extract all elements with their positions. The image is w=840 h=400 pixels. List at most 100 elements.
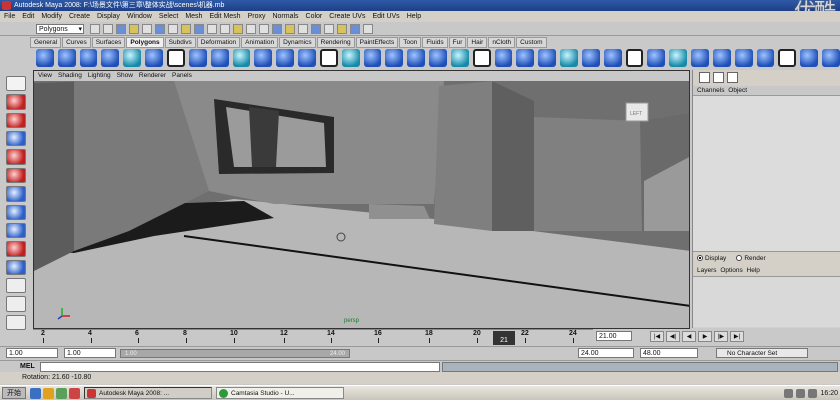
step-back-icon[interactable]: ◀| xyxy=(666,331,680,342)
playback-end-field[interactable]: 24.00 xyxy=(578,348,634,358)
panel-menu-show[interactable]: Show xyxy=(117,71,133,81)
attribute-editor-toggle-icon[interactable] xyxy=(713,72,724,83)
separate-icon[interactable] xyxy=(297,49,316,67)
select-object-icon[interactable] xyxy=(142,24,152,34)
go-to-start-icon[interactable]: |◀ xyxy=(650,331,664,342)
media-icon[interactable] xyxy=(69,387,80,399)
command-language-label[interactable]: MEL xyxy=(20,362,35,372)
command-input[interactable] xyxy=(40,362,440,372)
scene-render[interactable]: LEFT xyxy=(34,81,690,329)
lasso-tool-icon[interactable] xyxy=(6,94,26,110)
input-method-icon[interactable] xyxy=(808,388,818,398)
checker-display-icon[interactable] xyxy=(800,49,819,67)
shelf-tab-dynamics[interactable]: Dynamics xyxy=(279,37,316,48)
menu-proxy[interactable]: Proxy xyxy=(248,11,266,22)
layer-list[interactable] xyxy=(693,277,840,327)
shelf-tab-rendering[interactable]: Rendering xyxy=(316,37,355,48)
move-tool-icon[interactable] xyxy=(6,131,26,147)
shelf-tab-fluids[interactable]: Fluids xyxy=(422,37,448,48)
playback-start-field[interactable]: 1.00 xyxy=(64,348,116,358)
scale-tool-icon[interactable] xyxy=(6,167,26,184)
snap-curve-icon[interactable] xyxy=(272,24,282,34)
poly-soccer-ball-icon[interactable] xyxy=(254,49,273,67)
save-scene-icon[interactable] xyxy=(116,24,126,34)
bevel-icon[interactable] xyxy=(581,49,600,67)
shelf-tab-polygons[interactable]: Polygons xyxy=(126,37,164,48)
automatic-mapping-icon[interactable] xyxy=(712,49,731,67)
poly-torus-icon[interactable] xyxy=(145,49,163,67)
volume-icon[interactable] xyxy=(796,388,806,398)
poly-sphere-icon[interactable] xyxy=(36,49,54,67)
smooth-icon[interactable] xyxy=(407,49,425,67)
step-forward-icon[interactable]: |▶ xyxy=(714,331,728,342)
character-set-dropdown[interactable]: No Character Set xyxy=(716,348,808,358)
select-render-icon[interactable] xyxy=(246,24,256,34)
select-curve-icon[interactable] xyxy=(194,24,204,34)
mirror-geometry-icon[interactable] xyxy=(450,49,469,67)
select-joint-icon[interactable] xyxy=(181,24,191,34)
append-polygon-icon[interactable] xyxy=(472,49,491,67)
menu-set-dropdown[interactable]: Polygons xyxy=(36,24,84,34)
desktop-icon[interactable] xyxy=(56,387,67,399)
bridge-icon[interactable] xyxy=(560,49,578,67)
ie-icon[interactable] xyxy=(30,387,41,399)
open-scene-icon[interactable] xyxy=(103,24,113,34)
panel-menu-shading[interactable]: Shading xyxy=(58,71,82,81)
menu-edit-uvs[interactable]: Edit UVs xyxy=(372,11,399,22)
boolean-union-icon[interactable] xyxy=(341,49,360,67)
cylindrical-mapping-icon[interactable] xyxy=(669,49,688,67)
boolean-intersect-icon[interactable] xyxy=(385,49,404,67)
select-surface-icon[interactable] xyxy=(207,24,217,34)
menu-file[interactable]: File xyxy=(4,11,15,22)
uv-texture-editor-icon[interactable] xyxy=(734,49,753,67)
taskbar-item-maya[interactable]: Autodesk Maya 2008: ... xyxy=(84,387,212,399)
render-settings-icon[interactable] xyxy=(350,24,360,34)
snap-grid-icon[interactable] xyxy=(259,24,269,34)
shelf-tab-hair[interactable]: Hair xyxy=(467,37,488,48)
shelf-tab-surfaces[interactable]: Surfaces xyxy=(91,37,126,48)
menu-edit[interactable]: Edit xyxy=(22,11,34,22)
tool-settings-toggle-icon[interactable] xyxy=(727,72,738,83)
select-handle-icon[interactable] xyxy=(168,24,178,34)
perspective-outliner-layout-icon[interactable] xyxy=(6,314,26,331)
shelf-menu-icon[interactable] xyxy=(822,49,840,67)
go-to-end-icon[interactable]: ▶| xyxy=(730,331,744,342)
menu-normals[interactable]: Normals xyxy=(272,11,298,22)
reduce-icon[interactable] xyxy=(429,49,447,67)
shelf-tab-toon[interactable]: Toon xyxy=(399,37,422,48)
panel-menu-view[interactable]: View xyxy=(38,71,52,81)
layer-menu-help[interactable]: Help xyxy=(747,267,760,274)
network-icon[interactable] xyxy=(784,388,794,398)
menu-create[interactable]: Create xyxy=(69,11,90,22)
insert-edge-loop-icon[interactable] xyxy=(516,49,535,67)
channel-box-toggle-icon[interactable] xyxy=(699,72,710,83)
shelf-tab-painteffects[interactable]: PaintEffects xyxy=(355,37,399,48)
boolean-difference-icon[interactable] xyxy=(363,49,382,67)
folder-icon[interactable] xyxy=(43,387,54,399)
channel-menu-channels[interactable]: Channels xyxy=(697,87,724,94)
poly-helix-icon[interactable] xyxy=(232,49,251,67)
end-time-field[interactable]: 48.00 xyxy=(640,348,698,358)
merge-vertices-icon[interactable] xyxy=(603,49,622,67)
current-frame-marker[interactable]: 21 xyxy=(493,331,515,345)
layer-menu-options[interactable]: Options xyxy=(720,267,742,274)
new-scene-icon[interactable] xyxy=(90,24,100,34)
render-view-icon[interactable] xyxy=(6,259,26,275)
select-tool-icon[interactable] xyxy=(6,76,26,92)
render-layer-radio[interactable]: Render xyxy=(736,254,766,264)
show-manipulator-icon[interactable] xyxy=(6,222,26,239)
layer-menu-layers[interactable]: Layers xyxy=(697,267,717,274)
poly-cube-icon[interactable] xyxy=(57,49,76,67)
extrude-icon[interactable] xyxy=(538,49,557,67)
shelf-tab-subdivs[interactable]: Subdivs xyxy=(164,37,196,48)
play-forwards-icon[interactable]: ▶ xyxy=(698,331,712,342)
history-icon[interactable] xyxy=(311,24,321,34)
play-backwards-icon[interactable]: ◀ xyxy=(682,331,696,342)
shelf-tab-animation[interactable]: Animation xyxy=(241,37,279,48)
extract-icon[interactable] xyxy=(319,49,338,67)
combine-icon[interactable] xyxy=(276,49,294,67)
current-time-field[interactable]: 21.00 xyxy=(596,331,632,341)
panel-menu-renderer[interactable]: Renderer xyxy=(139,71,166,81)
poly-plane-icon[interactable] xyxy=(123,49,142,67)
menu-create-uvs[interactable]: Create UVs xyxy=(329,11,365,22)
